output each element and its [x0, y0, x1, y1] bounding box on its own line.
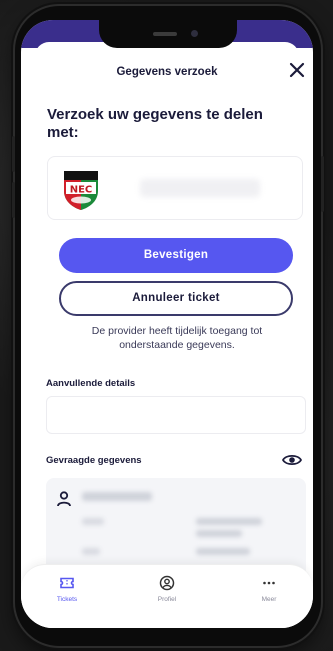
- profile-icon: [159, 575, 175, 591]
- provider-logo-text: NEC: [70, 185, 93, 196]
- redacted-field-value: [196, 518, 262, 525]
- redacted-field-label: [82, 548, 100, 555]
- nav-label-meer: Meer: [261, 596, 277, 603]
- access-info-line2: onderstaande gegevens.: [119, 339, 235, 351]
- additional-details-field[interactable]: [46, 396, 306, 434]
- access-info-line1: De provider heeft tijdelijk toegang tot: [91, 325, 263, 337]
- request-heading: Verzoek uw gegevens te delen met:: [47, 106, 297, 142]
- eye-icon[interactable]: [281, 452, 303, 468]
- nav-item-profiel[interactable]: Profiel: [137, 575, 197, 603]
- nav-item-meer[interactable]: Meer: [239, 575, 299, 603]
- nav-label-tickets: Tickets: [56, 596, 78, 603]
- provider-card: NEC: [47, 156, 303, 220]
- person-icon: [57, 491, 71, 507]
- additional-details-label: Aanvullende details: [46, 378, 136, 389]
- redacted-field-value: [196, 548, 250, 555]
- bottom-nav: Tickets Profiel Meer: [21, 564, 313, 628]
- nav-item-tickets[interactable]: Tickets: [37, 575, 97, 603]
- power-button: [321, 156, 324, 212]
- volume-up-button: [12, 136, 15, 172]
- provider-name-redacted: [140, 179, 260, 197]
- more-icon: [263, 581, 275, 585]
- speaker: [153, 32, 177, 36]
- redacted-name: [82, 492, 152, 501]
- notch: [99, 20, 237, 48]
- screen: Gegevens verzoek Verzoek uw gegevens te …: [21, 20, 313, 628]
- request-heading-line1: Verzoek uw gegevens te delen: [47, 106, 263, 123]
- provider-logo: NEC: [64, 171, 98, 210]
- camera: [191, 30, 198, 37]
- nav-label-profiel: Profiel: [157, 596, 177, 603]
- close-icon[interactable]: [287, 60, 307, 80]
- ticket-icon: [60, 577, 74, 589]
- redacted-field-value: [196, 530, 242, 537]
- access-info-text: De provider heeft tijdelijk toegang tot …: [57, 324, 297, 352]
- cancel-ticket-button[interactable]: Annuleer ticket: [59, 281, 293, 316]
- volume-down-button: [12, 182, 15, 218]
- request-heading-line2: met:: [47, 124, 79, 141]
- redacted-field-label: [82, 518, 104, 525]
- confirm-button[interactable]: Bevestigen: [59, 238, 293, 273]
- page-title: Gegevens verzoek: [116, 66, 218, 78]
- requested-data-label: Gevraagde gegevens: [46, 455, 142, 466]
